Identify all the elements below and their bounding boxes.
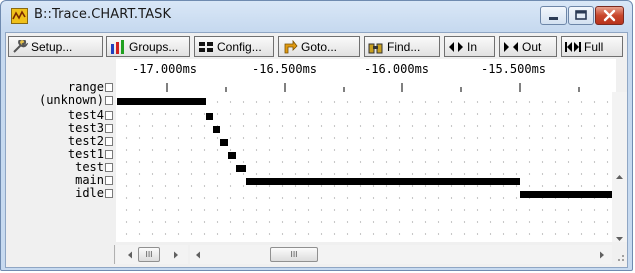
trace-chart-window: B::Trace.CHART.TASK Setup... Groups... C… (0, 0, 633, 271)
config-button-label: Config... (217, 39, 262, 54)
label-scroll-track[interactable] (6, 245, 115, 264)
row-label-range: range (67, 80, 104, 94)
toolbar: Setup... Groups... Config... Goto... Fin… (6, 33, 627, 59)
task-bar-test3 (213, 126, 220, 133)
goto-button[interactable]: Goto... (278, 36, 360, 57)
task-bar-test (236, 165, 246, 172)
find-button-label: Find... (387, 39, 421, 54)
config-button[interactable]: Config... (194, 36, 274, 57)
chart-scroll-thumb[interactable]: III (270, 247, 318, 262)
maximize-icon (575, 10, 587, 20)
title-bar[interactable]: B::Trace.CHART.TASK (1, 1, 632, 31)
row-label-test: test (75, 160, 104, 174)
scroll-down-icon (616, 237, 623, 241)
scroll-arrows (616, 175, 623, 241)
window-title: B::Trace.CHART.TASK (34, 7, 172, 22)
row-marker[interactable] (105, 137, 113, 146)
row-label-main: main (75, 173, 104, 187)
task-chart-plot[interactable] (116, 92, 612, 242)
goto-button-label: Goto... (301, 39, 338, 54)
close-button[interactable] (595, 6, 624, 25)
zoom-full-button-label: Full (584, 39, 604, 54)
row-marker[interactable] (105, 111, 113, 120)
row-label-test4: test4 (67, 108, 104, 122)
resize-grip[interactable] (612, 245, 627, 264)
vertical-scrollbar[interactable] (612, 92, 627, 242)
zoom-out-icon (503, 40, 519, 54)
task-bar-unknown (117, 98, 206, 105)
row-label-test3: test3 (67, 121, 104, 135)
groups-icon (110, 39, 126, 54)
row-marker[interactable] (105, 96, 113, 105)
zoom-full-button[interactable]: Full (561, 36, 623, 57)
label-h-scrollbar[interactable]: III (116, 245, 188, 264)
wrench-icon (12, 37, 29, 54)
zoom-in-button[interactable]: In (444, 36, 495, 57)
find-button[interactable]: Find... (364, 36, 440, 57)
scroll-up-icon (616, 175, 623, 179)
minimize-button[interactable] (540, 6, 567, 25)
groups-button[interactable]: Groups... (106, 36, 190, 57)
horizontal-scrollbars: III III (6, 244, 627, 265)
setup-button-label: Setup... (31, 39, 73, 54)
task-bar-test1 (228, 152, 236, 159)
row-marker[interactable] (105, 83, 113, 92)
row-marker[interactable] (105, 163, 113, 172)
row-label-test2: test2 (67, 134, 104, 148)
zoom-full-icon (565, 40, 581, 54)
maximize-button[interactable] (568, 6, 594, 25)
row-marker[interactable] (105, 189, 113, 198)
task-bar-test2 (220, 139, 228, 146)
task-bar-test4 (206, 113, 213, 120)
window-client-area: Setup... Groups... Config... Goto... Fin… (5, 32, 628, 268)
row-marker[interactable] (105, 124, 113, 133)
row-label-unknown: (unknown) (38, 93, 104, 107)
zoom-out-button[interactable]: Out (499, 36, 557, 57)
ruler-ticks (166, 83, 580, 92)
chart-h-scrollbar[interactable]: III (190, 245, 612, 264)
zoom-in-icon (448, 40, 464, 54)
task-bar-main (246, 178, 520, 185)
resize-grip-icon (618, 255, 624, 261)
row-marker[interactable] (105, 150, 113, 159)
zoom-out-button-label: Out (522, 39, 542, 54)
label-scroll-thumb[interactable]: III (138, 247, 160, 262)
minimize-icon (549, 17, 558, 20)
task-label-column: range (unknown) test4 test3 test2 test1 … (6, 59, 116, 267)
chart-scroll-arrows (196, 251, 604, 259)
task-bar-idle (520, 191, 612, 198)
row-marker[interactable] (105, 176, 113, 185)
config-icon (198, 40, 214, 54)
setup-button[interactable]: Setup... (8, 36, 103, 57)
time-ruler[interactable]: -17.000ms -16.500ms -16.000ms -15.500ms (116, 59, 616, 93)
groups-button-label: Groups... (129, 39, 179, 54)
trace32-app-icon (11, 8, 28, 24)
row-label-idle: idle (75, 186, 104, 200)
trace-chart: range (unknown) test4 test3 test2 test1 … (6, 59, 627, 267)
binoculars-icon (368, 40, 384, 54)
close-icon (603, 9, 616, 22)
goto-icon (282, 39, 298, 54)
row-label-test1: test1 (67, 147, 104, 161)
zoom-in-button-label: In (467, 39, 478, 54)
